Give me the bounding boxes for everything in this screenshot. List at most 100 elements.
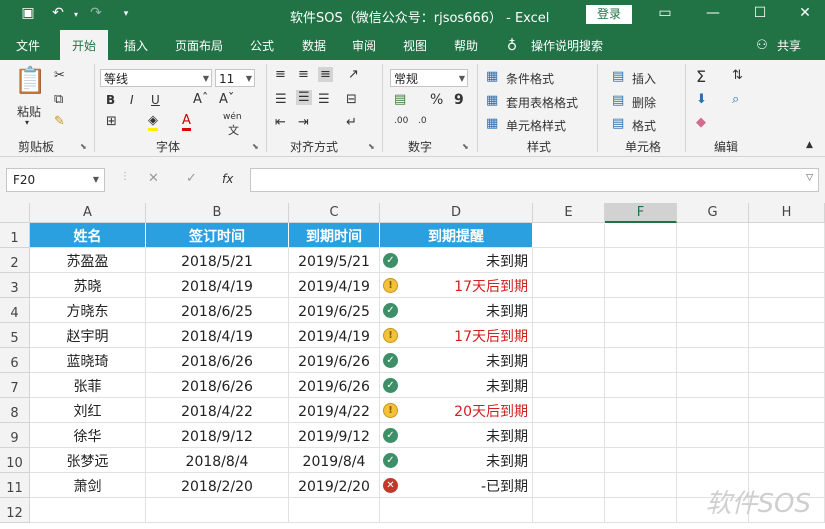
maximize-icon[interactable]: ☐ [750,5,770,21]
paste-icon[interactable]: 📋 [14,66,46,96]
header-cell-a[interactable]: 姓名 [30,223,146,248]
cell-h2[interactable] [749,248,825,273]
cell-h7[interactable] [749,373,825,398]
cell-g6[interactable] [677,348,749,373]
due-date-cell[interactable]: 2019/4/19 [289,323,380,348]
tab-data[interactable]: 数据 [292,30,336,60]
italic-button[interactable]: I [130,93,134,107]
cell-g2[interactable] [677,248,749,273]
cell-f3[interactable] [605,273,677,298]
cell-f10[interactable] [605,448,677,473]
number-launcher-icon[interactable]: ⬊ [462,142,469,151]
accounting-format-icon[interactable]: ▤ [394,92,406,107]
format-cells-icon[interactable]: ▤ [612,116,624,131]
reminder-cell[interactable]: ✕ -已到期 [380,473,533,498]
row-header-10[interactable]: 10 [0,448,30,473]
signed-date-cell[interactable]: 2018/4/19 [146,323,289,348]
increase-decimal-icon[interactable]: .00 [394,116,408,126]
cell-f8[interactable] [605,398,677,423]
orientation-icon[interactable]: ↗ [348,67,359,82]
column-header-b[interactable]: B [146,203,289,223]
bold-button[interactable]: B [106,93,115,107]
delete-cells-button[interactable]: 删除 [632,94,656,111]
cell-d12[interactable] [380,498,533,523]
find-select-icon[interactable]: ⌕ [732,92,739,107]
due-date-cell[interactable]: 2019/6/25 [289,298,380,323]
enter-icon[interactable]: ✓ [186,171,197,186]
cell-g9[interactable] [677,423,749,448]
paste-dropdown-icon[interactable]: ▾ [25,118,29,127]
cell-f1[interactable] [605,223,677,248]
reminder-cell[interactable]: ✓ 未到期 [380,448,533,473]
cell-e3[interactable] [533,273,605,298]
due-date-cell[interactable]: 2019/5/21 [289,248,380,273]
minimize-icon[interactable]: — [703,5,723,21]
name-cell[interactable]: 方晓东 [30,298,146,323]
name-cell[interactable]: 刘红 [30,398,146,423]
comma-button[interactable]: 9 [454,92,464,108]
redo-icon[interactable]: ↷ [86,5,106,21]
tab-file[interactable]: 文件 [6,30,50,60]
close-icon[interactable]: ✕ [795,5,815,21]
increase-font-icon[interactable]: Aˆ [193,92,208,107]
due-date-cell[interactable]: 2019/8/4 [289,448,380,473]
row-header-7[interactable]: 7 [0,373,30,398]
cell-f4[interactable] [605,298,677,323]
conditional-format-button[interactable]: 条件格式 [506,70,554,87]
name-cell[interactable]: 苏晓 [30,273,146,298]
select-all-corner[interactable] [0,203,30,223]
cell-e1[interactable] [533,223,605,248]
cell-f6[interactable] [605,348,677,373]
clipboard-launcher-icon[interactable]: ⬊ [80,142,87,151]
tab-insert[interactable]: 插入 [114,30,158,60]
cell-b12[interactable] [146,498,289,523]
name-cell[interactable]: 赵宇明 [30,323,146,348]
cell-h9[interactable] [749,423,825,448]
row-header-6[interactable]: 6 [0,348,30,373]
reminder-cell[interactable]: ✓ 未到期 [380,248,533,273]
name-cell[interactable]: 张菲 [30,373,146,398]
expand-formula-icon[interactable]: ▽ [806,173,813,183]
reminder-cell[interactable]: ✓ 未到期 [380,298,533,323]
cell-g7[interactable] [677,373,749,398]
conditional-format-icon[interactable]: ▦ [486,69,498,84]
align-center-icon[interactable]: ☰ [296,90,312,105]
name-cell[interactable]: 张梦远 [30,448,146,473]
number-format-combo[interactable]: 常规 ▼ [390,69,468,87]
cell-g8[interactable] [677,398,749,423]
reminder-cell[interactable]: ✓ 未到期 [380,423,533,448]
save-icon[interactable]: ▣ [18,5,38,21]
login-button[interactable]: 登录 [586,5,632,24]
sort-filter-icon[interactable]: ⇅ [732,68,743,83]
font-name-combo[interactable]: 等线 ▼ [100,69,212,87]
row-header-11[interactable]: 11 [0,473,30,498]
wrap-text-icon[interactable]: ↵ [346,115,357,130]
cell-h8[interactable] [749,398,825,423]
due-date-cell[interactable]: 2019/9/12 [289,423,380,448]
percent-button[interactable]: % [430,92,443,108]
row-header-3[interactable]: 3 [0,273,30,298]
decrease-decimal-icon[interactable]: .0 [418,116,427,126]
insert-cells-button[interactable]: 插入 [632,70,656,87]
undo-dropdown-icon[interactable]: ▾ [66,10,86,19]
decrease-indent-icon[interactable]: ⇤ [275,115,286,130]
share-button[interactable]: 共享 [772,30,806,60]
alignment-launcher-icon[interactable]: ⬊ [368,142,375,151]
header-cell-c[interactable]: 到期时间 [289,223,380,248]
row-header-4[interactable]: 4 [0,298,30,323]
header-cell-d[interactable]: 到期提醒 [380,223,533,248]
cell-g3[interactable] [677,273,749,298]
row-header-12[interactable]: 12 [0,498,30,523]
reminder-cell[interactable]: ! 17天后到期 [380,273,533,298]
align-left-icon[interactable]: ☰ [275,92,287,107]
phonetic-button[interactable]: wén [223,112,242,122]
underline-button[interactable]: U [151,93,160,107]
cell-g4[interactable] [677,298,749,323]
reminder-cell[interactable]: ✓ 未到期 [380,348,533,373]
cell-e7[interactable] [533,373,605,398]
column-header-c[interactable]: C [289,203,380,223]
signed-date-cell[interactable]: 2018/5/21 [146,248,289,273]
column-header-h[interactable]: H [749,203,825,223]
signed-date-cell[interactable]: 2018/6/26 [146,373,289,398]
due-date-cell[interactable]: 2019/6/26 [289,348,380,373]
